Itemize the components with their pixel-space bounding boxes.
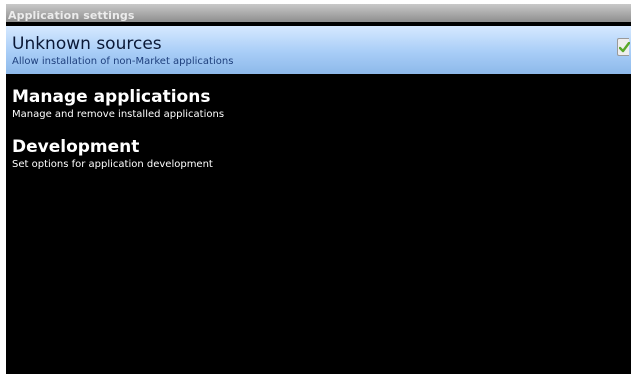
setting-summary: Set options for application development — [12, 159, 213, 170]
android-screen: Application settings Unknown sources All… — [6, 4, 631, 374]
unknown-sources-checkbox[interactable] — [617, 38, 630, 56]
page-title: Application settings — [8, 9, 135, 22]
setting-title: Development — [12, 137, 140, 157]
setting-summary: Allow installation of non-Market applica… — [12, 56, 234, 67]
setting-development[interactable]: Development Set options for application … — [6, 128, 631, 178]
setting-unknown-sources[interactable]: Unknown sources Allow installation of no… — [6, 26, 631, 74]
setting-summary: Manage and remove installed applications — [12, 109, 225, 120]
check-icon — [619, 42, 630, 53]
setting-manage-applications[interactable]: Manage applications Manage and remove in… — [6, 78, 631, 128]
title-bar: Application settings — [6, 4, 631, 22]
setting-title: Unknown sources — [12, 34, 162, 54]
setting-title: Manage applications — [12, 87, 211, 107]
